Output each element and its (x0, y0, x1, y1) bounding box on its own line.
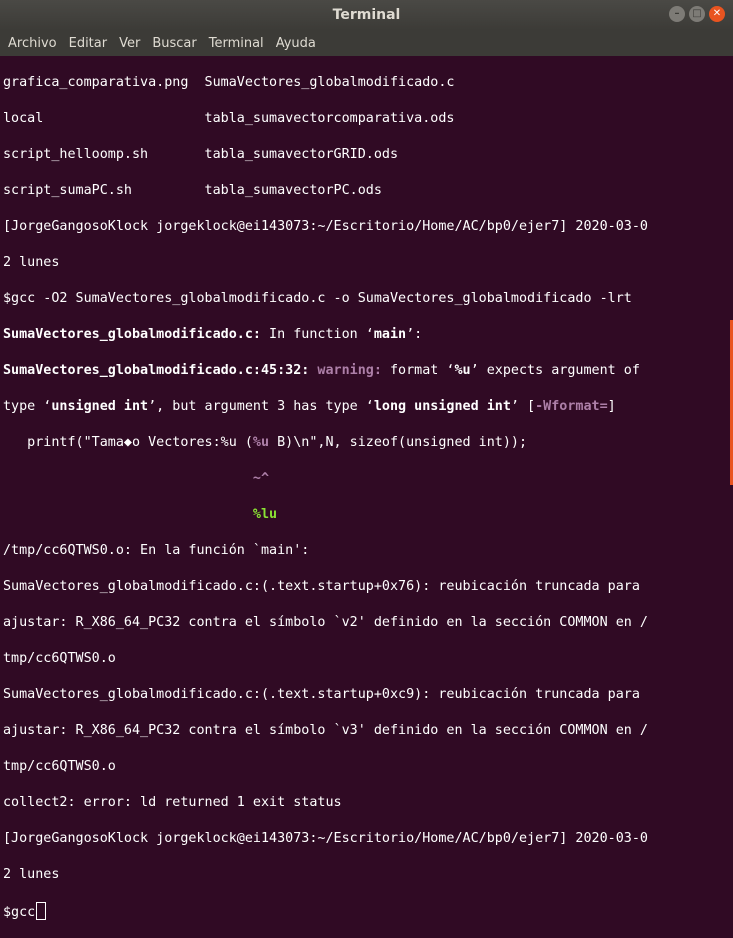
prompt-line-cont: 2 lunes (3, 867, 60, 882)
title-bar: Terminal – □ ✕ (0, 0, 733, 30)
prompt-line-cont: 2 lunes (3, 255, 60, 270)
function-name: main (373, 327, 407, 342)
file-ref: SumaVectores_globalmodificado.c: (3, 327, 261, 342)
caret-marker: ~^ (252, 471, 270, 486)
caret-line: ~^ (0, 470, 733, 488)
text: format ‘ (381, 363, 455, 378)
terminal-line: script_sumaPC.sh tabla_sumavectorPC.ods (3, 183, 382, 198)
warning-flag: -Wformat= (535, 399, 608, 414)
terminal-line: local tabla_sumavectorcomparativa.ods (3, 111, 455, 126)
terminal-output[interactable]: grafica_comparativa.png SumaVectores_glo… (0, 56, 733, 920)
type-name: unsigned int (51, 399, 149, 414)
format-spec: %u (454, 363, 471, 378)
warning-line-cont: type ‘unsigned int’, but argument 3 has … (0, 398, 733, 416)
text: ’: (406, 327, 423, 342)
terminal-line: SumaVectores_globalmodificado.c:(.text.s… (3, 579, 640, 594)
type-name: long unsigned int (373, 399, 511, 414)
padding (3, 507, 253, 522)
text: B)\n",N, sizeof(unsigned int)); (269, 435, 528, 450)
menu-terminal[interactable]: Terminal (201, 30, 268, 56)
prompt-line: [JorgeGangosoKlock jorgeklock@ei143073:~… (3, 831, 648, 846)
warning-line: SumaVectores_globalmodificado.c:45:32: w… (0, 362, 733, 380)
text: ’ [ (510, 399, 536, 414)
input-line[interactable]: $gcc (0, 902, 733, 920)
source-line: printf("Tama◆o Vectores:%u (%u B)\n",N, … (0, 434, 733, 452)
format-spec: %u (252, 435, 270, 450)
maximize-icon[interactable]: □ (689, 6, 705, 22)
command-line: $gcc -O2 SumaVectores_globalmodificado.c… (3, 291, 632, 306)
menu-bar: Archivo Editar Ver Buscar Terminal Ayuda (0, 30, 733, 56)
text: ’, but argument 3 has type ‘ (148, 399, 374, 414)
menu-archivo[interactable]: Archivo (0, 30, 61, 56)
terminal-line: ajustar: R_X86_64_PC32 contra el símbolo… (3, 723, 648, 738)
fixit-hint: %lu (252, 507, 278, 522)
fixit-line: %lu (0, 506, 733, 524)
terminal-line: tmp/cc6QTWS0.o (3, 651, 116, 666)
padding (3, 471, 253, 486)
compiler-message: SumaVectores_globalmodificado.c: In func… (0, 326, 733, 344)
text: printf("Tama◆o Vectores:%u ( (3, 435, 253, 450)
menu-buscar[interactable]: Buscar (144, 30, 200, 56)
terminal-line: /tmp/cc6QTWS0.o: En la función `main': (3, 543, 310, 558)
window-controls: – □ ✕ (669, 6, 725, 22)
cursor (36, 902, 47, 920)
file-ref: SumaVectores_globalmodificado.c:45:32: (3, 363, 310, 378)
menu-editar[interactable]: Editar (61, 30, 112, 56)
command-input[interactable]: $gcc (3, 905, 35, 920)
menu-ver[interactable]: Ver (111, 30, 144, 56)
warning-label: warning: (317, 363, 382, 378)
minimize-icon[interactable]: – (669, 6, 685, 22)
menu-ayuda[interactable]: Ayuda (268, 30, 320, 56)
text: In function ‘ (260, 327, 374, 342)
terminal-line: grafica_comparativa.png SumaVectores_glo… (3, 75, 455, 90)
terminal-line: ajustar: R_X86_64_PC32 contra el símbolo… (3, 615, 648, 630)
text: ] (607, 399, 616, 414)
close-icon[interactable]: ✕ (709, 6, 725, 22)
text: ’ expects argument of (470, 363, 640, 378)
terminal-line: collect2: error: ld returned 1 exit stat… (3, 795, 342, 810)
terminal-line: tmp/cc6QTWS0.o (3, 759, 116, 774)
window-title: Terminal (332, 7, 401, 23)
terminal-line: script_helloomp.sh tabla_sumavectorGRID.… (3, 147, 399, 162)
terminal-line: SumaVectores_globalmodificado.c:(.text.s… (3, 687, 640, 702)
prompt-line: [JorgeGangosoKlock jorgeklock@ei143073:~… (3, 219, 648, 234)
text: type ‘ (3, 399, 52, 414)
